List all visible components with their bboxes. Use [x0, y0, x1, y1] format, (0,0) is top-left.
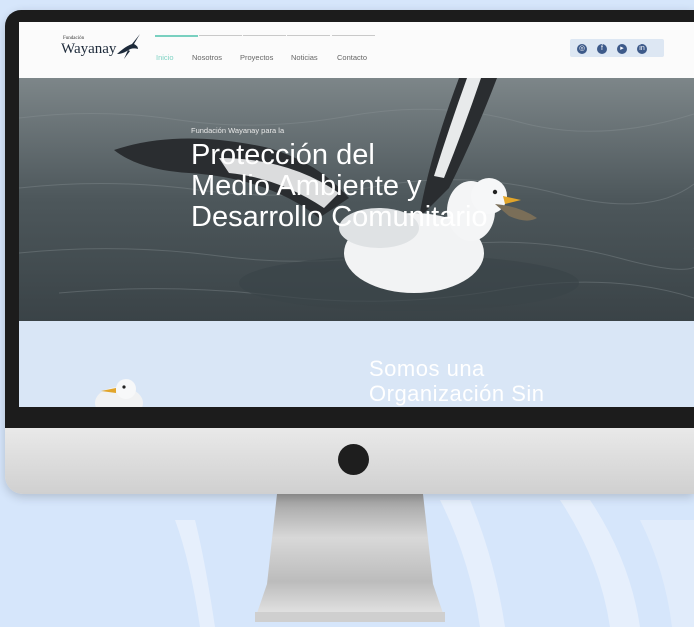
nav-indicator: [243, 35, 286, 36]
nav-indicator: [199, 35, 242, 36]
swallow-bird-icon: [117, 34, 140, 59]
hero-title-line: Medio Ambiente y: [191, 170, 422, 202]
hero-pretitle: Fundación Wayanay para la: [191, 126, 285, 135]
hero-title-line: Desarrollo Comunitario: [191, 201, 488, 233]
nav-item-noticias[interactable]: Noticias: [291, 53, 318, 62]
nav-item-contacto[interactable]: Contacto: [337, 53, 367, 62]
youtube-icon[interactable]: ▸: [617, 44, 627, 54]
site-header: Fundación Wayanay Inicio Nosotros Proyec…: [19, 22, 694, 78]
facebook-icon[interactable]: f: [597, 44, 607, 54]
nav-indicator: [332, 35, 375, 36]
nav-item-proyectos[interactable]: Proyectos: [240, 53, 273, 62]
section-title: Somos una Organización Sin: [369, 356, 545, 406]
section-title-line: Somos una: [369, 356, 485, 381]
linkedin-icon[interactable]: in: [637, 44, 647, 54]
hero-title: Protección del Medio Ambiente y Desarrol…: [191, 140, 488, 233]
monitor-stand: [255, 494, 445, 622]
nav-item-inicio[interactable]: Inicio: [156, 53, 174, 62]
hero-banner: Fundación Wayanay para la Protección del…: [19, 78, 694, 321]
hero-title-line: Protección del: [191, 139, 375, 171]
logo-name[interactable]: Wayanay: [61, 41, 116, 58]
seagull-head-image: [95, 379, 143, 407]
website-screen: Fundación Wayanay Inicio Nosotros Proyec…: [19, 22, 694, 407]
about-section: Somos una Organización Sin: [19, 321, 694, 407]
instagram-icon[interactable]: ◎: [577, 44, 587, 54]
nav-item-nosotros[interactable]: Nosotros: [192, 53, 222, 62]
nav-indicator-active: [155, 35, 198, 37]
camera-icon: [338, 444, 369, 475]
section-title-line: Organización Sin: [369, 381, 545, 406]
nav-indicator: [287, 35, 330, 36]
